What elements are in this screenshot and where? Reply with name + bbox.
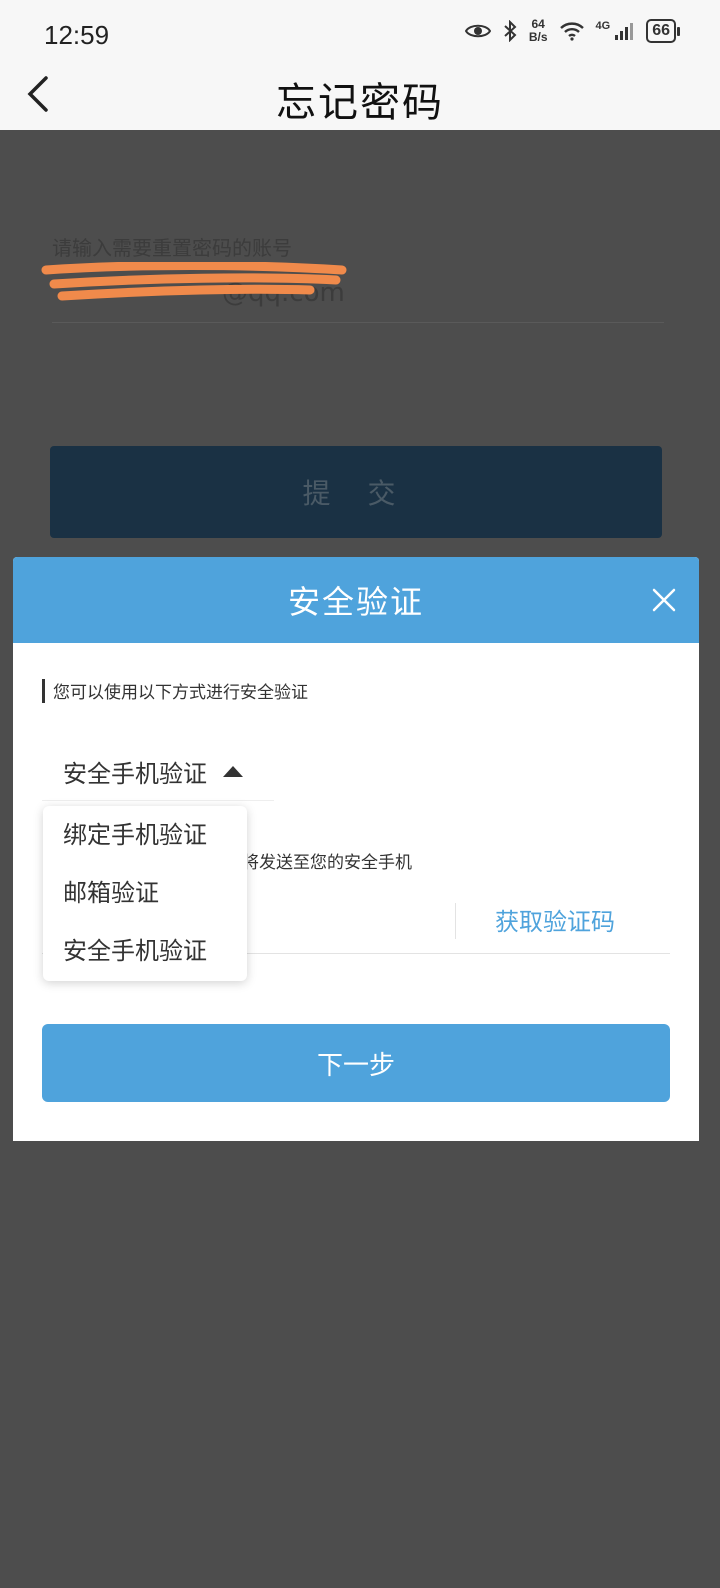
top-bar: 12:59 64 B/s 4G 66 忘记密码 xyxy=(0,0,720,130)
status-time: 12:59 xyxy=(44,20,110,50)
account-underline xyxy=(52,322,664,323)
net-speed: 64 B/s xyxy=(528,17,548,44)
wifi-icon xyxy=(559,22,584,41)
verification-method-select[interactable]: 安全手机验证 xyxy=(42,743,274,801)
verification-hint: 您可以使用以下方式进行安全验证 xyxy=(53,683,308,703)
caret-up-icon xyxy=(223,766,243,777)
code-divider xyxy=(455,903,456,939)
account-label: 请输入需要重置密码的账号 xyxy=(52,236,292,260)
bluetooth-icon xyxy=(504,20,517,42)
dropdown-option-bind-phone[interactable]: 绑定手机验证 xyxy=(43,816,247,874)
submit-button[interactable]: 提 交 xyxy=(50,446,662,538)
modal-header: 安全验证 xyxy=(13,557,699,643)
page-title: 忘记密码 xyxy=(276,80,444,126)
send-code-hint: 将发送至您的安全手机 xyxy=(242,853,412,873)
network-type: 4G xyxy=(595,20,611,32)
hint-bar xyxy=(42,679,45,703)
redaction-scribble xyxy=(41,262,347,301)
signal-icon xyxy=(615,23,634,40)
dropdown-option-secure-phone[interactable]: 安全手机验证 xyxy=(43,932,247,990)
modal-title: 安全验证 xyxy=(287,583,424,621)
get-code-button[interactable]: 获取验证码 xyxy=(495,902,615,937)
selected-method: 安全手机验证 xyxy=(63,760,207,788)
status-icons: 64 B/s 4G 66 xyxy=(464,17,680,44)
close-icon[interactable] xyxy=(651,587,677,613)
battery-indicator: 66 xyxy=(646,19,680,43)
next-step-button[interactable]: 下一步 xyxy=(42,1024,670,1102)
dropdown-option-email[interactable]: 邮箱验证 xyxy=(43,874,247,932)
verification-method-dropdown: 绑定手机验证 邮箱验证 安全手机验证 xyxy=(43,806,247,981)
eye-icon xyxy=(464,24,491,38)
